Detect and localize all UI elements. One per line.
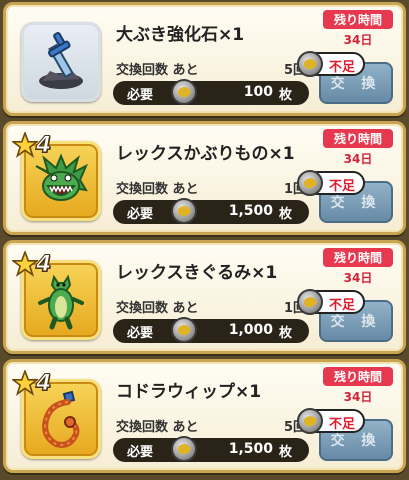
remaining-time-label: 残り時間 — [323, 129, 393, 148]
required-cost-bar: 必要 1,500 枚 — [113, 436, 309, 462]
remaining-time-label: 残り時間 — [323, 248, 393, 267]
shortage-badge: 不足 — [297, 289, 365, 315]
medal-icon — [171, 198, 197, 224]
required-label: 必要 — [127, 207, 154, 222]
shortage-label: 不足 — [329, 298, 356, 313]
shortage-badge: 不足 — [297, 408, 365, 434]
days-left: 34日 — [343, 271, 373, 285]
whip-icon — [42, 390, 80, 448]
exchange-count-label: 交換回数 あと — [116, 63, 199, 78]
exchange-item-card: 大ぶき強化石×1 交換回数 あと 5回 必要 100 枚 残り時間 34日 交 … — [3, 2, 406, 116]
unit-label: 枚 — [279, 326, 293, 341]
item-name: 大ぶき強化石×1 — [116, 25, 245, 45]
star-icon — [12, 132, 38, 158]
shortage-label: 不足 — [329, 417, 356, 432]
rank-badge: 4 — [12, 370, 52, 396]
item-name: レックスきぐるみ×1 — [116, 263, 278, 283]
rank-badge: 4 — [12, 132, 52, 158]
required-label: 必要 — [127, 445, 154, 460]
required-cost-bar: 必要 1,000 枚 — [113, 317, 309, 343]
item-name: レックスかぶりもの×1 — [116, 144, 295, 164]
required-amount: 1,500 — [228, 441, 273, 457]
time-remaining: 残り時間 34日 — [323, 248, 393, 286]
time-remaining: 残り時間 34日 — [323, 129, 393, 167]
medal-icon — [171, 436, 197, 462]
required-amount: 100 — [243, 84, 273, 100]
item-name: コドラウィップ×1 — [116, 382, 262, 402]
medal-icon — [297, 51, 323, 77]
remaining-time-label: 残り時間 — [323, 10, 393, 29]
medal-icon — [297, 289, 323, 315]
required-label: 必要 — [127, 326, 154, 341]
dragon-costume-icon — [38, 274, 84, 330]
exchange-item-list: 大ぶき強化石×1 交換回数 あと 5回 必要 100 枚 残り時間 34日 交 … — [0, 0, 409, 480]
rank-number: 4 — [35, 370, 52, 396]
rank-number: 4 — [35, 251, 52, 277]
medal-icon — [171, 317, 197, 343]
medal-icon — [171, 79, 197, 105]
days-left: 34日 — [343, 390, 373, 404]
rank-number: 4 — [35, 132, 52, 158]
required-amount: 1,500 — [228, 203, 273, 219]
star-icon — [12, 251, 38, 277]
remaining-time-label: 残り時間 — [323, 367, 393, 386]
item-icon-frame — [21, 22, 101, 102]
time-remaining: 残り時間 34日 — [323, 10, 393, 48]
star-icon — [12, 370, 38, 396]
exchange-item-card: 4 コドラウィップ×1 交換回数 あと 5回 必要 1,500 枚 残り時間 3… — [3, 359, 406, 473]
exchange-item-card: 4 レックスきぐるみ×1 交換回数 あと 1回 必要 1,000 枚 残り時間 … — [3, 240, 406, 354]
required-label: 必要 — [127, 88, 154, 103]
required-cost-bar: 必要 100 枚 — [113, 79, 309, 105]
medal-icon — [297, 408, 323, 434]
exchange-item-card: 4 レックスかぶりもの×1 交換回数 あと 1回 必要 1,500 枚 残り時間… — [3, 121, 406, 235]
medal-icon — [297, 170, 323, 196]
unit-label: 枚 — [279, 88, 293, 103]
exchange-count-label: 交換回数 あと — [116, 301, 199, 316]
dragon-head-icon — [35, 153, 88, 201]
days-left: 34日 — [343, 33, 373, 47]
sword-in-stone-icon — [39, 32, 83, 89]
time-remaining: 残り時間 34日 — [323, 367, 393, 405]
required-cost-bar: 必要 1,500 枚 — [113, 198, 309, 224]
rank-badge: 4 — [12, 251, 52, 277]
unit-label: 枚 — [279, 445, 293, 460]
unit-label: 枚 — [279, 207, 293, 222]
required-amount: 1,000 — [228, 322, 273, 338]
shortage-label: 不足 — [329, 179, 356, 194]
exchange-count-label: 交換回数 あと — [116, 420, 199, 435]
shortage-label: 不足 — [329, 60, 356, 75]
exchange-count-label: 交換回数 あと — [116, 182, 199, 197]
shortage-badge: 不足 — [297, 51, 365, 77]
days-left: 34日 — [343, 152, 373, 166]
shortage-badge: 不足 — [297, 170, 365, 196]
